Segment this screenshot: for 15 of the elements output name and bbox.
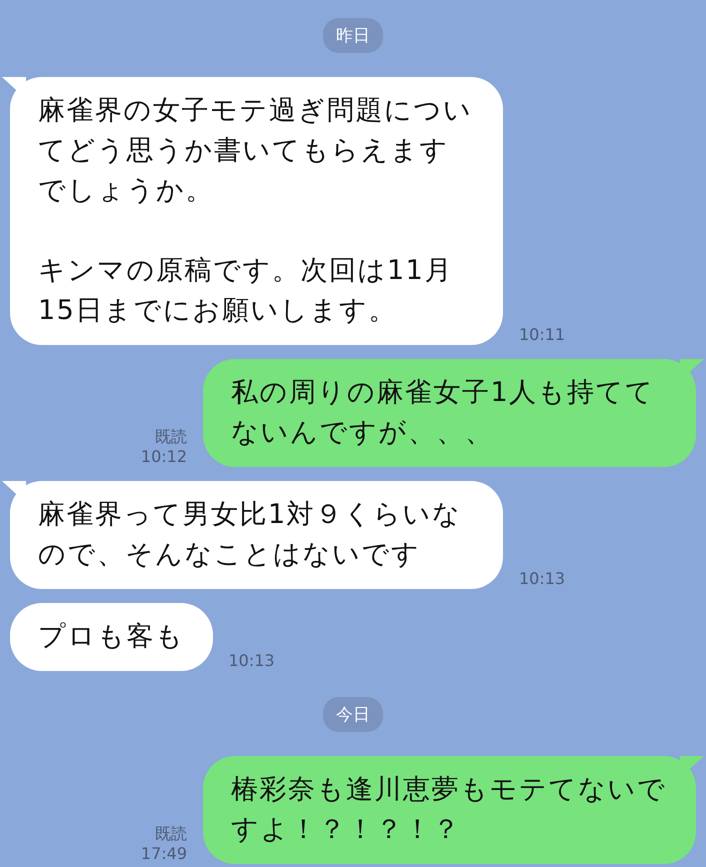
message-text: プロも客も xyxy=(38,620,184,654)
message-text: 麻雀界の女子モテ過ぎ問題についてどう思うか書いてもらえますでしょうか。 xyxy=(38,94,474,208)
message-time: 10:11 xyxy=(519,325,566,345)
read-receipt: 既読 xyxy=(155,427,187,447)
date-badge: 今日 xyxy=(323,697,383,732)
message-time: 10:13 xyxy=(228,651,275,671)
message-text: キンマの原稿です。次回は11月15日までにお願いします。 xyxy=(38,254,454,328)
message-text: 椿彩奈も逢川恵夢もモテてないですよ！？！？！？ xyxy=(231,773,668,847)
message-text: 麻雀界って男女比1対９くらいなので、そんなことはないです xyxy=(38,498,463,572)
date-badge: 昨日 xyxy=(323,18,383,53)
message-text: 私の周りの麻雀女子1人も持ててないんですが、、、 xyxy=(231,376,656,450)
message-time: 17:49 xyxy=(140,844,187,864)
message-time: 10:13 xyxy=(519,569,566,589)
message-time: 10:12 xyxy=(140,447,187,467)
read-receipt: 既読 xyxy=(155,824,187,844)
